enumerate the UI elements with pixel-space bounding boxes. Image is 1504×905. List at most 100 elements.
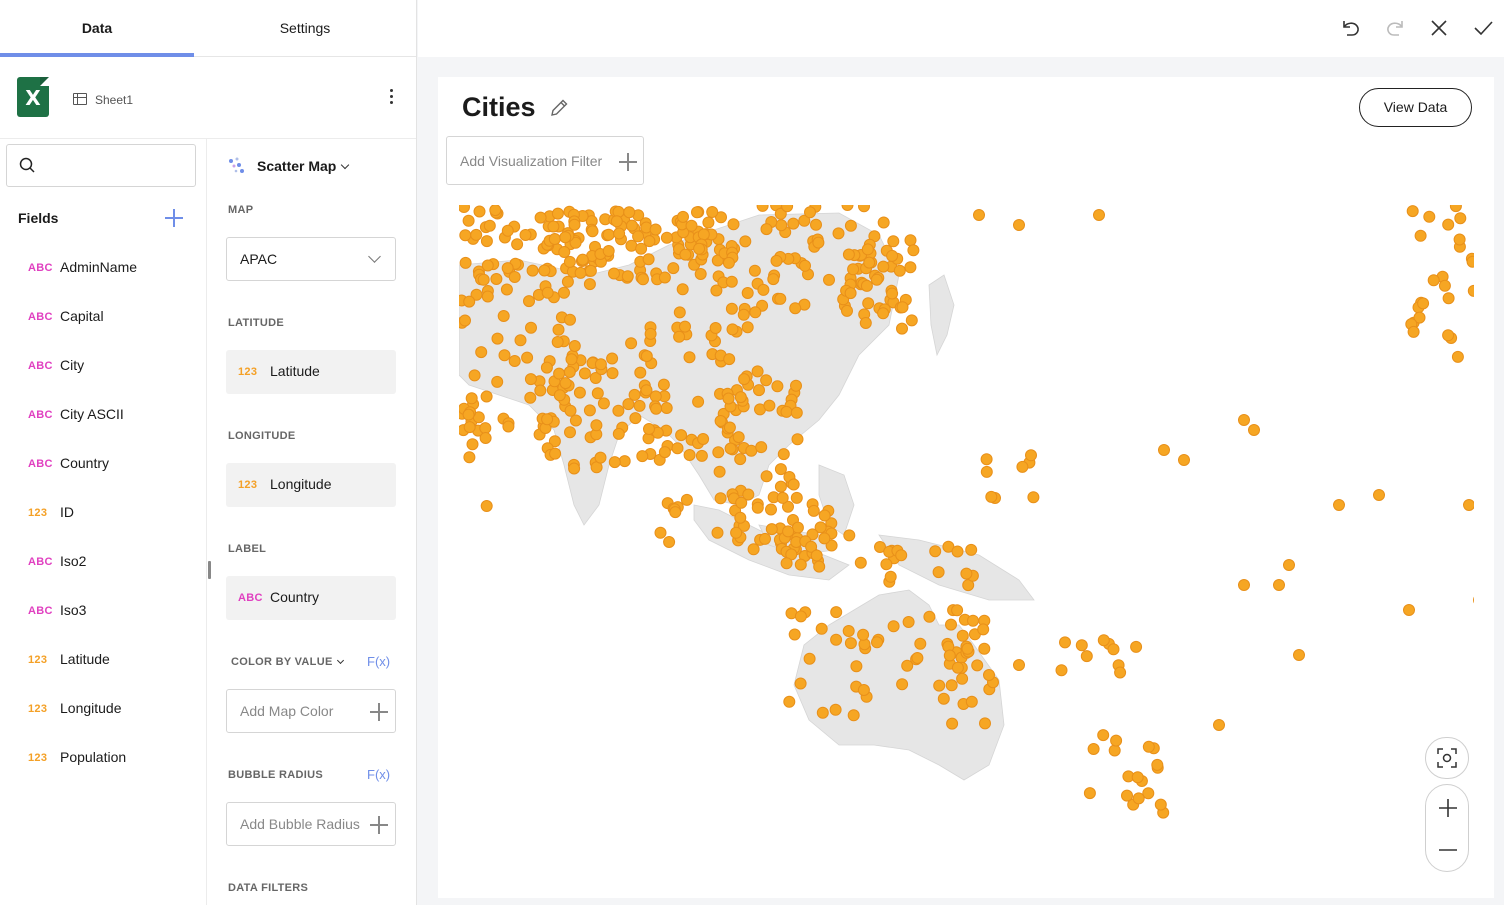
city-bubble[interactable] (830, 606, 843, 619)
city-bubble[interactable] (901, 659, 914, 672)
city-bubble[interactable] (481, 259, 494, 272)
city-bubble[interactable] (683, 449, 696, 461)
city-bubble[interactable] (578, 367, 591, 380)
field-item[interactable]: ABC City ASCII (0, 401, 206, 431)
city-bubble[interactable] (905, 314, 918, 327)
city-bubble[interactable] (709, 322, 722, 334)
city-bubble[interactable] (1473, 595, 1475, 606)
city-bubble[interactable] (978, 642, 991, 655)
city-bubble[interactable] (760, 470, 773, 483)
field-item[interactable]: 123 ID (0, 499, 206, 529)
city-bubble[interactable] (1467, 284, 1474, 297)
city-bubble[interactable] (886, 249, 899, 262)
city-bubble[interactable] (502, 420, 515, 433)
city-bubble[interactable] (1080, 650, 1093, 663)
add-bubble-radius-dropzone[interactable]: Add Bubble Radius (226, 802, 396, 846)
city-bubble[interactable] (1414, 229, 1427, 242)
city-bubble[interactable] (943, 649, 956, 662)
color-formula-button[interactable]: F(x) (367, 654, 390, 669)
city-bubble[interactable] (818, 509, 831, 522)
city-bubble[interactable] (799, 259, 811, 272)
city-bubble[interactable] (725, 275, 738, 288)
city-bubble[interactable] (1238, 579, 1250, 591)
city-bubble[interactable] (741, 287, 754, 299)
city-bubble[interactable] (500, 283, 513, 296)
city-bubble[interactable] (1213, 719, 1225, 731)
city-bubble[interactable] (1075, 639, 1088, 652)
city-bubble[interactable] (558, 286, 570, 299)
city-bubble[interactable] (946, 717, 959, 730)
city-bubble[interactable] (1273, 579, 1285, 591)
city-bubble[interactable] (791, 433, 804, 446)
city-bubble[interactable] (643, 423, 655, 435)
city-bubble[interactable] (745, 444, 758, 457)
city-bubble[interactable] (815, 622, 828, 635)
city-bubble[interactable] (564, 404, 577, 417)
city-bubble[interactable] (534, 384, 547, 397)
city-bubble[interactable] (642, 253, 655, 266)
city-bubble[interactable] (1093, 209, 1105, 221)
city-bubble[interactable] (524, 373, 537, 386)
city-bubble[interactable] (725, 302, 738, 315)
city-bubble[interactable] (767, 273, 780, 286)
city-bubble[interactable] (1238, 414, 1250, 426)
city-bubble[interactable] (804, 206, 816, 219)
city-bubble[interactable] (967, 614, 979, 627)
city-bubble[interactable] (714, 415, 727, 427)
city-bubble[interactable] (858, 205, 870, 213)
city-bubble[interactable] (475, 346, 488, 359)
city-bubble[interactable] (775, 219, 788, 232)
city-bubble[interactable] (1027, 491, 1040, 504)
city-bubble[interactable] (776, 491, 789, 504)
city-bubble[interactable] (714, 492, 727, 505)
add-visualization-filter-button[interactable]: Add Visualization Filter (446, 136, 644, 185)
city-bubble[interactable] (760, 223, 773, 236)
city-bubble[interactable] (1406, 205, 1419, 218)
city-bubble[interactable] (483, 219, 496, 232)
field-item[interactable]: ABC City (0, 352, 206, 382)
city-bubble[interactable] (563, 366, 576, 378)
city-bubble[interactable] (673, 330, 686, 343)
city-bubble[interactable] (945, 618, 957, 631)
city-bubble[interactable] (568, 340, 581, 352)
city-bubble[interactable] (552, 323, 565, 336)
city-bubble[interactable] (861, 243, 874, 256)
city-bubble[interactable] (1333, 499, 1345, 511)
city-bubble[interactable] (637, 273, 649, 286)
city-bubble[interactable] (465, 392, 478, 405)
city-bubble[interactable] (649, 223, 662, 236)
visualization-title[interactable]: Cities (462, 92, 536, 123)
city-bubble[interactable] (1451, 350, 1464, 363)
city-bubble[interactable] (751, 365, 764, 378)
city-bubble[interactable] (706, 206, 719, 218)
city-bubble[interactable] (650, 402, 663, 415)
city-bubble[interactable] (803, 652, 816, 665)
city-bubble[interactable] (473, 205, 486, 218)
label-field-pill[interactable]: ABC Country (226, 576, 396, 620)
city-bubble[interactable] (632, 230, 645, 243)
city-bubble[interactable] (1016, 460, 1029, 473)
city-bubble[interactable] (961, 642, 974, 655)
city-bubble[interactable] (904, 261, 917, 274)
city-bubble[interactable] (644, 327, 657, 340)
city-bubble[interactable] (787, 478, 800, 491)
city-bubble[interactable] (594, 451, 607, 464)
city-bubble[interactable] (558, 246, 571, 258)
city-bubble[interactable] (713, 465, 726, 478)
city-bubble[interactable] (770, 254, 783, 267)
city-bubble[interactable] (895, 549, 908, 562)
city-bubble[interactable] (739, 235, 752, 248)
city-bubble[interactable] (538, 264, 551, 277)
city-bubble[interactable] (832, 227, 845, 240)
city-bubble[interactable] (1427, 274, 1440, 287)
city-bubble[interactable] (657, 378, 670, 391)
city-bubble[interactable] (794, 610, 807, 623)
city-bubble[interactable] (658, 446, 671, 459)
city-bubble[interactable] (812, 236, 825, 249)
city-bubble[interactable] (951, 604, 964, 617)
city-bubble[interactable] (669, 506, 682, 519)
city-bubble[interactable] (564, 426, 576, 439)
city-bubble[interactable] (1417, 297, 1430, 310)
city-bubble[interactable] (1132, 792, 1145, 805)
city-bubble[interactable] (765, 523, 778, 536)
